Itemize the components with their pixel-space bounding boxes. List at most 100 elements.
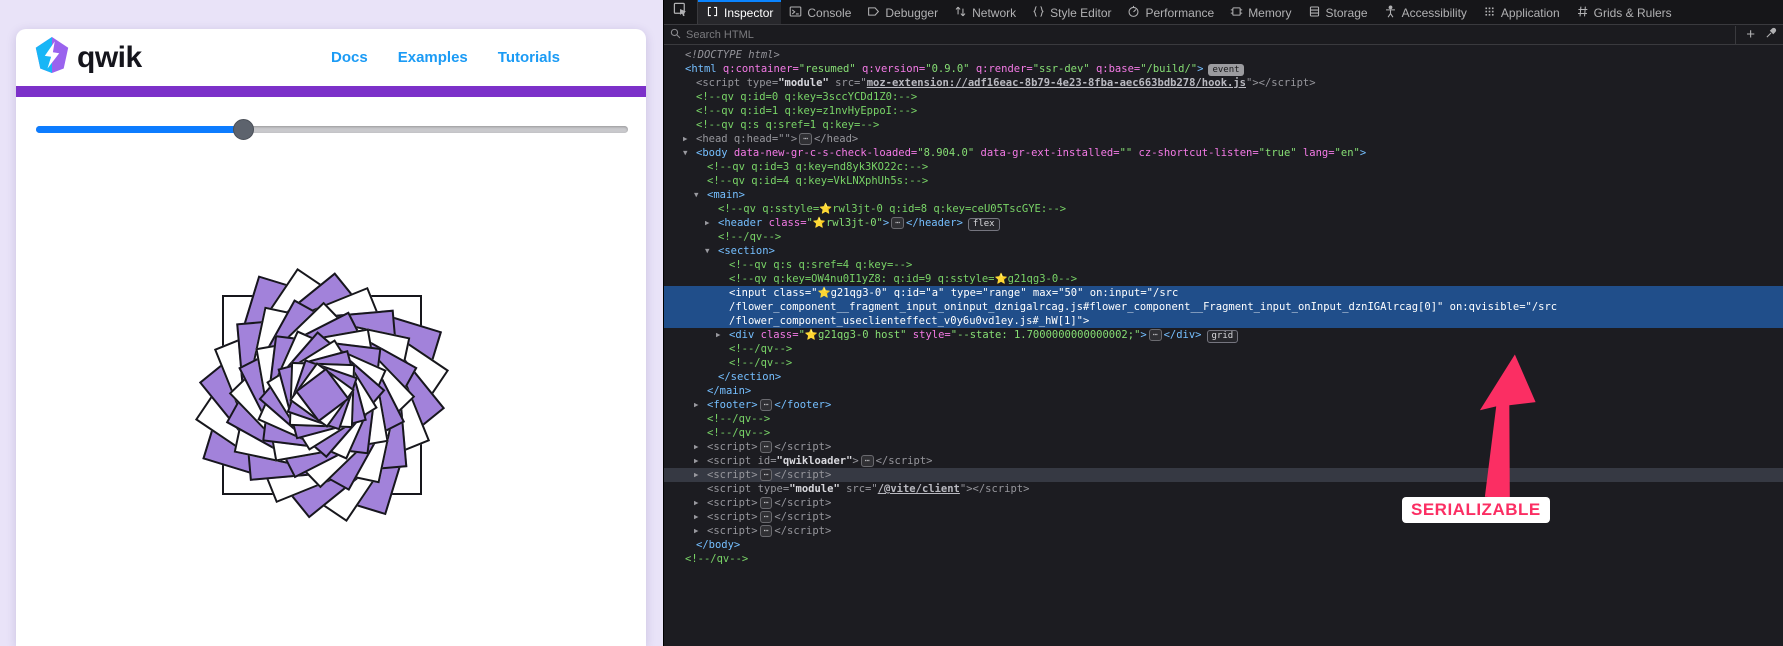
tab-application[interactable]: Application <box>1475 0 1568 24</box>
code-segment: > <box>1359 147 1367 159</box>
tab-memory[interactable]: Memory <box>1222 0 1299 24</box>
markup-line[interactable]: ▶ <footer> ⋯ </footer> <box>664 398 1783 412</box>
nav-link-tutorials[interactable]: Tutorials <box>498 49 560 66</box>
twisty-collapsed-icon[interactable]: ▶ <box>694 510 707 524</box>
node-picker-button[interactable] <box>664 0 698 24</box>
search-input[interactable] <box>686 28 1731 41</box>
markup-line[interactable]: </main> <box>664 384 1783 398</box>
code-segment: </script> <box>875 455 933 467</box>
code-segment: cz-shortcut-listen= <box>1132 147 1259 159</box>
tab-debugger[interactable]: Debugger <box>859 0 946 24</box>
code-segment: "module" <box>789 483 840 495</box>
tab-label: Storage <box>1325 6 1368 20</box>
markup-line[interactable]: ▼ <section> <box>664 244 1783 258</box>
eyedropper-icon[interactable] <box>1765 26 1777 44</box>
markup-line[interactable]: <!--qv q:key=OW4nu0I1yZ8: q:id=9 q:sstyl… <box>664 272 1783 286</box>
style-editor-icon <box>1032 5 1045 21</box>
expand-ellipsis-badge[interactable]: ⋯ <box>799 133 812 145</box>
code-segment: <!--/qv--> <box>707 427 771 439</box>
twisty-collapsed-icon[interactable]: ▶ <box>694 468 707 482</box>
twisty-collapsed-icon[interactable]: ▶ <box>694 398 707 412</box>
expand-ellipsis-badge[interactable]: ⋯ <box>759 525 773 537</box>
twisty-collapsed-icon[interactable]: ▶ <box>694 524 707 538</box>
tab-style-editor[interactable]: Style Editor <box>1024 0 1119 24</box>
inspector-icon <box>706 5 719 21</box>
expand-ellipsis-badge[interactable]: ⋯ <box>759 441 773 453</box>
tab-grids-rulers[interactable]: Grids & Rulers <box>1568 0 1680 24</box>
tab-console[interactable]: Console <box>781 0 859 24</box>
event-badge[interactable]: event <box>1208 64 1244 76</box>
nav-link-examples[interactable]: Examples <box>398 49 468 66</box>
markup-line[interactable]: ▶ <script> ⋯ </script> <box>664 496 1783 510</box>
code-segment: ⭐ <box>994 273 1008 285</box>
markup-line[interactable]: ▶ <head q:head=""> ⋯ </head> <box>664 132 1783 146</box>
expand-ellipsis-badge[interactable]: ⋯ <box>759 399 773 411</box>
add-node-icon[interactable]: + <box>1746 27 1755 42</box>
markup-line[interactable]: ▶ <div class="⭐g21qg3-0 host" style="--st… <box>664 328 1783 343</box>
expand-ellipsis-badge[interactable]: ⋯ <box>891 217 904 229</box>
markup-line[interactable]: <!--/qv--> <box>664 356 1783 370</box>
code-segment: <!--qv q:id=0 q:key=3sccYCDd1Z0:--> <box>696 91 918 103</box>
code-segment: "resumed" <box>798 63 856 75</box>
tab-performance[interactable]: Performance <box>1119 0 1222 24</box>
qwik-logo[interactable]: qwik <box>34 36 142 79</box>
twisty-collapsed-icon[interactable]: ▶ <box>683 132 696 146</box>
twisty-expanded-icon[interactable]: ▼ <box>683 146 696 160</box>
markup-line[interactable]: <input class="⭐g21qg3-0" q:id="a" type="… <box>664 286 1783 300</box>
markup-line[interactable]: <!--/qv--> <box>664 552 1783 566</box>
markup-line[interactable]: <html q:container="resumed" q:version="0… <box>664 62 1783 76</box>
tab-storage[interactable]: Storage <box>1300 0 1376 24</box>
twisty-collapsed-icon[interactable]: ▶ <box>694 454 707 468</box>
markup-line[interactable]: <script type="module" src="moz-extension… <box>664 76 1783 90</box>
range-slider[interactable] <box>36 117 628 141</box>
markup-line[interactable]: ▶ <script id="qwikloader"> ⋯ </script> <box>664 454 1783 468</box>
markup-line[interactable]: ▶ <header class="⭐rwl3jt-0"> ⋯ </header> fle… <box>664 216 1783 231</box>
markup-line[interactable]: /flower_component__fragment_input_oninpu… <box>664 300 1783 314</box>
markup-line[interactable]: <!DOCTYPE html> <box>664 48 1783 62</box>
code-segment: "en" <box>1334 147 1360 159</box>
qwik-app-panel: qwik Docs Examples Tutorials <box>0 0 663 646</box>
expand-ellipsis-badge[interactable]: ⋯ <box>1148 329 1162 341</box>
expand-ellipsis-badge[interactable]: ⋯ <box>759 497 773 509</box>
markup-line[interactable]: ▼ <body data-new-gr-c-s-check-loaded="8.9… <box>664 146 1783 160</box>
markup-line[interactable]: ▶ <script> ⋯ </script> <box>664 510 1783 524</box>
markup-line[interactable]: <!--qv q:id=4 q:key=VkLNXphUh5s:--> <box>664 174 1783 188</box>
markup-line[interactable]: <!--qv q:s q:sref=1 q:key=--> <box>664 118 1783 132</box>
code-segment: <script> <box>707 469 758 481</box>
code-segment: q:version= <box>855 63 926 75</box>
markup-line[interactable]: </section> <box>664 370 1783 384</box>
expand-ellipsis-badge[interactable]: ⋯ <box>860 455 874 467</box>
markup-line[interactable]: <!--qv q:id=3 q:key=nd8yk3KO22c:--> <box>664 160 1783 174</box>
app-nav: Docs Examples Tutorials <box>331 49 560 66</box>
twisty-expanded-icon[interactable]: ▼ <box>705 244 718 258</box>
twisty-expanded-icon[interactable]: ▼ <box>694 188 707 202</box>
markup-line[interactable]: /flower_component_useclienteffect_v0y6u0… <box>664 314 1783 328</box>
markup-line[interactable]: ▶ <script> ⋯ </script> <box>664 468 1783 482</box>
markup-line[interactable]: ▶ <script> ⋯ </script> <box>664 524 1783 538</box>
tab-network[interactable]: Network <box>946 0 1024 24</box>
code-segment: <!--/qv--> <box>707 413 771 425</box>
twisty-collapsed-icon[interactable]: ▶ <box>716 328 729 342</box>
markup-line[interactable]: ▼ <main> <box>664 188 1783 202</box>
markup-line[interactable]: ▶ <script> ⋯ </script> <box>664 440 1783 454</box>
markup-line[interactable]: <!--qv q:id=0 q:key=3sccYCDd1Z0:--> <box>664 90 1783 104</box>
twisty-collapsed-icon[interactable]: ▶ <box>694 440 707 454</box>
markup-line[interactable]: <!--/qv--> <box>664 230 1783 244</box>
nav-link-docs[interactable]: Docs <box>331 49 368 66</box>
markup-line[interactable]: <!--qv q:s q:sref=4 q:key=--> <box>664 258 1783 272</box>
slider-thumb[interactable] <box>233 119 255 140</box>
twisty-collapsed-icon[interactable]: ▶ <box>694 496 707 510</box>
markup-view: <!DOCTYPE html> <html q:container="resume… <box>664 45 1783 646</box>
twisty-collapsed-icon[interactable]: ▶ <box>705 216 718 230</box>
markup-line[interactable]: <!--/qv--> <box>664 412 1783 426</box>
tab-accessibility[interactable]: Accessibility <box>1376 0 1475 24</box>
markup-line[interactable]: <!--qv q:id=1 q:key=z1nvHyEppoI:--> <box>664 104 1783 118</box>
markup-line[interactable]: </body> <box>664 538 1783 552</box>
expand-ellipsis-badge[interactable]: ⋯ <box>759 511 773 523</box>
expand-ellipsis-badge[interactable]: ⋯ <box>759 469 773 481</box>
markup-line[interactable]: <!--/qv--> <box>664 342 1783 356</box>
tab-inspector[interactable]: Inspector <box>698 0 782 24</box>
markup-line[interactable]: <script type="module" src="/@vite/client… <box>664 482 1783 496</box>
markup-line[interactable]: <!--/qv--> <box>664 426 1783 440</box>
markup-line[interactable]: <!--qv q:sstyle=⭐rwl3jt-0 q:id=8 q:key=c… <box>664 202 1783 216</box>
